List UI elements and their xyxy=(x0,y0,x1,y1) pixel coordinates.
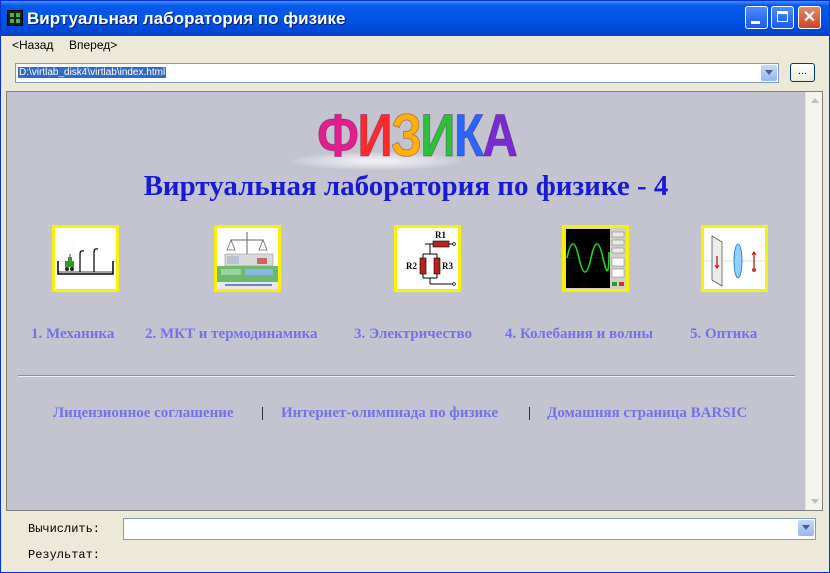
separator: | xyxy=(261,405,265,421)
maximize-button[interactable] xyxy=(771,6,794,29)
optics-lens-icon xyxy=(704,228,765,289)
page-title: Виртуальная лаборатория по физике - 4 xyxy=(143,170,669,202)
divider xyxy=(18,375,795,377)
forward-button[interactable]: Вперед> xyxy=(69,38,117,52)
thermodynamics-thumbnail[interactable] xyxy=(214,225,281,292)
page-content: ФИЗИКА Виртуальная лаборатория по физике… xyxy=(6,91,823,511)
logo-letter: А xyxy=(482,102,518,170)
logo-text: ФИЗИКА xyxy=(317,100,519,172)
scroll-down-icon[interactable] xyxy=(807,494,822,509)
calc-label: Вычислить: xyxy=(28,522,101,536)
electric-circuit-icon: R1 R2 R3 xyxy=(397,228,458,289)
physics-logo: ФИЗИКА xyxy=(292,100,527,174)
logo-letter: И xyxy=(357,102,393,170)
oscillations-thumbnail[interactable] xyxy=(562,225,629,292)
section-link-oscillations[interactable]: 4. Колебания и волны xyxy=(505,326,653,343)
browse-button[interactable]: ... xyxy=(790,63,815,82)
address-combo[interactable]: D:\virtlab_disk4\virtlab\index.html xyxy=(15,63,779,83)
separator: | xyxy=(528,405,532,421)
mechanics-thumbnail[interactable] xyxy=(52,225,119,292)
electricity-thumbnail[interactable]: R1 R2 R3 xyxy=(394,225,461,292)
logo-letter: И xyxy=(420,102,456,170)
maximize-icon xyxy=(777,11,788,22)
app-icon xyxy=(7,10,23,26)
scroll-up-icon[interactable] xyxy=(807,93,822,108)
vertical-scrollbar[interactable] xyxy=(805,92,822,510)
olympiad-link[interactable]: Интернет-олимпиада по физике xyxy=(281,405,498,422)
circuit-label-r2: R2 xyxy=(406,261,417,271)
back-button[interactable]: <Назад xyxy=(12,38,53,52)
calc-input[interactable] xyxy=(123,518,816,540)
close-button[interactable]: ✕ xyxy=(798,6,821,29)
close-icon: ✕ xyxy=(802,9,817,26)
circuit-label-r1: R1 xyxy=(435,230,446,240)
address-input[interactable]: D:\virtlab_disk4\virtlab\index.html xyxy=(18,67,167,78)
logo-letter: Ф xyxy=(317,102,360,170)
minimize-icon xyxy=(751,21,760,24)
window-title: Виртуальная лаборатория по физике xyxy=(27,9,346,28)
mechanics-icon xyxy=(55,228,116,289)
title-bar[interactable]: Виртуальная лаборатория по физике ✕ xyxy=(1,1,829,36)
circuit-label-r3: R3 xyxy=(442,261,453,271)
section-link-thermodynamics[interactable]: 2. МКТ и термодинамика xyxy=(145,326,318,343)
chevron-down-icon[interactable] xyxy=(798,520,814,536)
section-link-optics[interactable]: 5. Оптика xyxy=(690,326,757,343)
app-window: Виртуальная лаборатория по физике ✕ <Наз… xyxy=(0,0,830,573)
minimize-button[interactable] xyxy=(745,6,768,29)
chevron-down-icon[interactable] xyxy=(761,65,777,81)
optics-thumbnail[interactable] xyxy=(701,225,768,292)
logo-letter: З xyxy=(391,102,423,170)
thermodynamics-icon xyxy=(217,228,278,289)
section-link-mechanics[interactable]: 1. Механика xyxy=(31,326,114,343)
nav-bar: <Назад Вперед> xyxy=(1,36,829,54)
section-link-electricity[interactable]: 3. Электричество xyxy=(354,326,472,343)
homepage-link[interactable]: Домашняя страница BARSIC xyxy=(547,405,747,422)
license-link[interactable]: Лицензионное соглашение xyxy=(53,405,234,422)
result-label: Результат: xyxy=(28,548,101,562)
logo-letter: К xyxy=(453,102,485,170)
oscilloscope-icon xyxy=(565,228,626,289)
